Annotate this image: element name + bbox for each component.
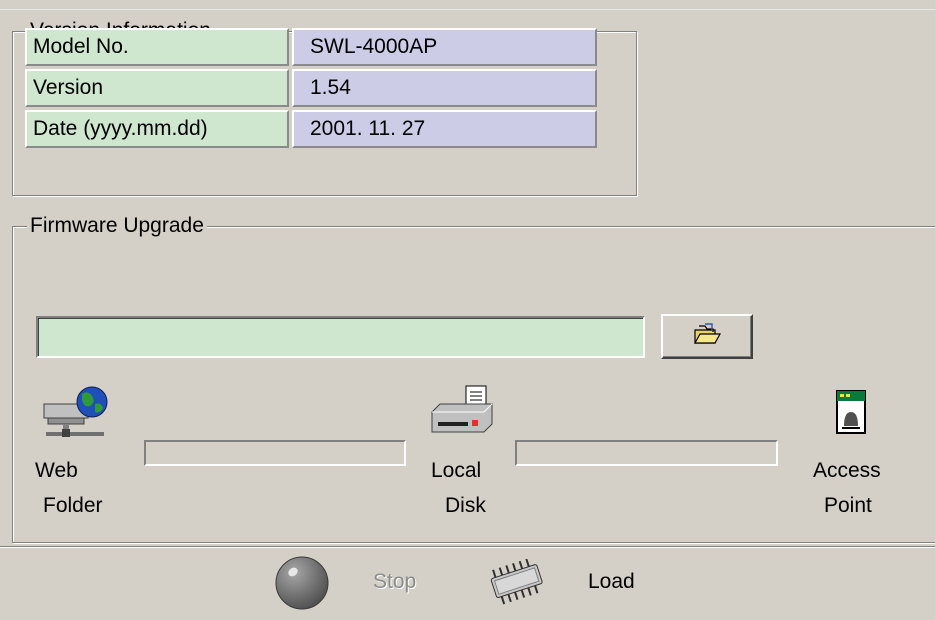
action-bar [0,546,935,620]
date-value: 2001. 11. 27 [292,110,597,148]
firmware-path-field[interactable] [36,316,645,358]
web-folder-icon [40,384,110,451]
web-folder-label-line2: Folder [43,494,103,517]
web-folder-label-line1: Web [35,459,78,482]
access-point-icon [836,390,866,439]
browse-button[interactable] [661,314,753,359]
top-separator [0,9,935,10]
chip-icon [485,558,549,610]
load-label: Load [588,570,635,593]
load-button[interactable]: Load [485,553,650,613]
firmware-upgrade-title: Firmware Upgrade [27,214,207,238]
table-row: Date (yyyy.mm.dd) 2001. 11. 27 [25,110,597,148]
local-disk-label-line1: Local [431,459,482,482]
version-value: 1.54 [292,69,597,107]
stop-label: Stop [373,570,417,593]
stop-icon [274,555,330,616]
local-disk-icon [428,384,494,447]
open-folder-icon [693,322,722,351]
local-to-ap-progress [515,440,778,466]
table-row: Version 1.54 [25,69,597,107]
date-label: Date (yyyy.mm.dd) [25,110,289,148]
stop-button[interactable]: Stop [272,553,432,613]
table-row: Model No. SWL-4000AP [25,28,597,66]
access-point-label-line1: Access [813,459,881,482]
web-to-local-progress [144,440,406,466]
version-label: Version [25,69,289,107]
version-table: Model No. SWL-4000AP Version 1.54 Date (… [22,25,600,151]
model-no-label: Model No. [25,28,289,66]
local-disk-label-line2: Disk [445,494,486,517]
access-point-label-line2: Point [824,494,872,517]
model-no-value: SWL-4000AP [292,28,597,66]
